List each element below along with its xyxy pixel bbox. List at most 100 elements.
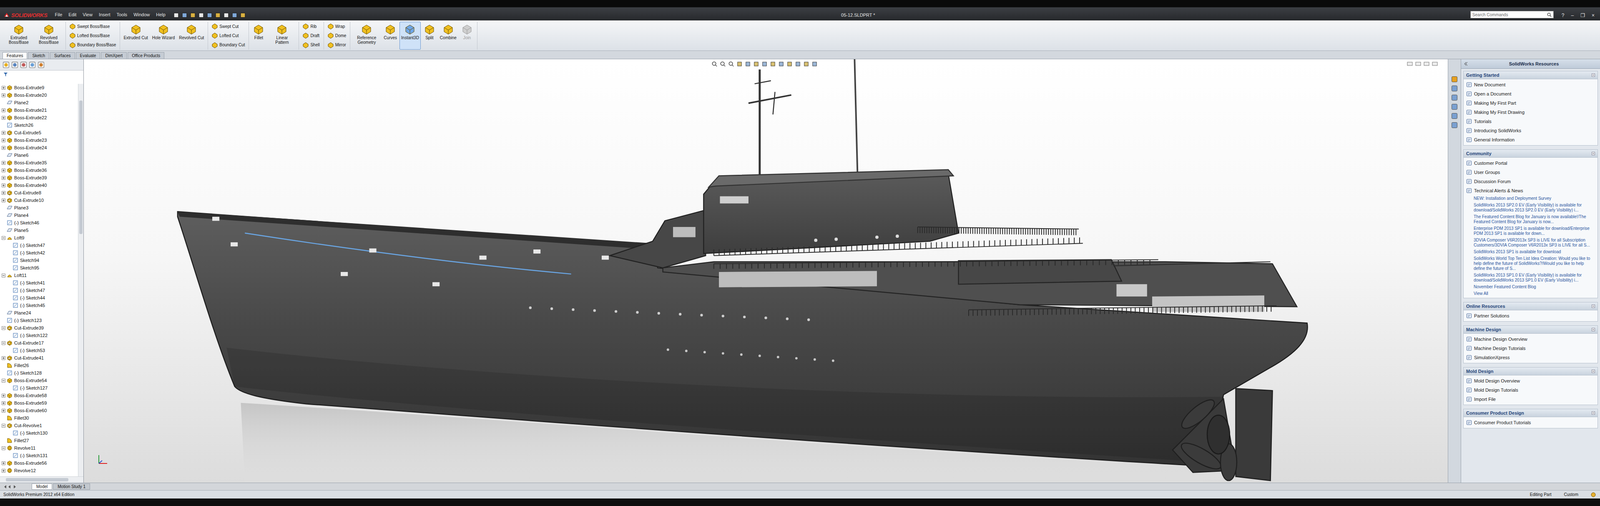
- menu-item[interactable]: File: [54, 11, 64, 18]
- resource-link[interactable]: New Document: [1463, 80, 1598, 90]
- resource-link[interactable]: SolidWorks 2013 SP1.0 EV (Early Visibili…: [1463, 271, 1598, 284]
- tree-item[interactable]: (-) Sketch41: [0, 278, 78, 287]
- menu-item[interactable]: Insert: [97, 11, 112, 18]
- tree-item[interactable]: Boss-Extrude59: [0, 399, 78, 407]
- quick-access-icon[interactable]: [206, 12, 213, 19]
- command-button[interactable]: Instant3D: [399, 21, 421, 50]
- search-commands[interactable]: Search Commands: [1470, 10, 1554, 19]
- expander-icon[interactable]: [1, 93, 6, 98]
- command-button[interactable]: Fillet: [250, 21, 267, 50]
- tree-item[interactable]: Cut-Extrude10: [0, 196, 78, 204]
- quick-access-icon[interactable]: [214, 12, 222, 19]
- command-button[interactable]: Draft: [300, 31, 322, 40]
- tree-item[interactable]: Boss-Extrude21: [0, 106, 78, 114]
- resource-link[interactable]: November Featured Content Blog: [1463, 283, 1598, 291]
- collapse-icon[interactable]: [1591, 327, 1595, 332]
- viewport-icon[interactable]: [1406, 61, 1413, 66]
- task-pane-tab-icon[interactable]: [1451, 103, 1458, 111]
- model-tab[interactable]: Model: [31, 483, 53, 490]
- manager-tab-icon[interactable]: [2, 61, 10, 69]
- command-button[interactable]: Lofted Boss/Base: [67, 31, 118, 40]
- tree-item[interactable]: Boss-Extrude22: [0, 113, 78, 122]
- menu-item[interactable]: View: [81, 11, 94, 18]
- tree-item[interactable]: (-) Sketch131: [0, 451, 78, 460]
- expander-icon[interactable]: [1, 341, 6, 345]
- resource-link[interactable]: SolidWorks World Top Ten List Idea Creat…: [1463, 255, 1598, 272]
- resource-link[interactable]: User Groups: [1463, 167, 1598, 177]
- expander-icon[interactable]: [1, 236, 6, 240]
- tree-item[interactable]: Plane24: [0, 308, 78, 317]
- tree-item[interactable]: Cut-Extrude5: [0, 128, 78, 137]
- quick-access-icon[interactable]: [173, 12, 180, 19]
- tree-item[interactable]: Boss-Extrude23: [0, 136, 78, 144]
- tree-item[interactable]: (-) Sketch128: [0, 369, 78, 377]
- task-pane-tab-icon[interactable]: [1451, 121, 1458, 129]
- tree-item[interactable]: Boss-Extrude35: [0, 158, 78, 167]
- tree-item[interactable]: Boss-Extrude20: [0, 91, 78, 99]
- horizontal-scrollbar[interactable]: [0, 476, 84, 483]
- command-button[interactable]: Revolved Cut: [177, 21, 206, 50]
- command-button[interactable]: Extruded Boss/Base: [4, 21, 34, 50]
- command-button[interactable]: Extruded Cut: [121, 21, 150, 50]
- quick-access-icon[interactable]: [181, 12, 188, 19]
- tree-item[interactable]: Fillet30: [0, 414, 78, 422]
- expander-icon[interactable]: [1, 175, 6, 180]
- expander-icon[interactable]: [1, 183, 6, 188]
- tab-scroll-icon[interactable]: [1, 484, 19, 490]
- resource-link[interactable]: 3DVIA Composer V6R2013x SP3 is LIVE for …: [1463, 236, 1598, 249]
- expander-icon[interactable]: [1, 378, 6, 383]
- command-button[interactable]: Curves: [381, 21, 399, 50]
- task-pane-tab-icon[interactable]: [1451, 75, 1458, 83]
- command-tab[interactable]: Features: [2, 52, 28, 59]
- collapse-icon[interactable]: [1463, 61, 1468, 66]
- resource-link[interactable]: Mold Design Tutorials: [1463, 385, 1598, 395]
- collapse-icon[interactable]: [1591, 151, 1595, 156]
- tree-item[interactable]: Cut-Revolve1: [0, 421, 78, 430]
- view-tool-icon[interactable]: [736, 60, 743, 68]
- command-button[interactable]: Lofted Cut: [209, 31, 247, 40]
- command-button[interactable]: Rib: [300, 22, 322, 31]
- scroll-thumb[interactable]: [79, 100, 83, 234]
- view-tool-icon[interactable]: [744, 60, 752, 68]
- view-tool-icon[interactable]: [786, 60, 793, 68]
- resource-link[interactable]: Machine Design Overview: [1463, 334, 1598, 344]
- command-button[interactable]: Mirror: [325, 40, 349, 50]
- tree-item[interactable]: Cut-Extrude8: [0, 188, 78, 197]
- window-control[interactable]: ×: [1590, 12, 1596, 19]
- expander-icon[interactable]: [1, 401, 6, 405]
- tree-item[interactable]: (-) Sketch123: [0, 316, 78, 325]
- quick-access-icon[interactable]: [231, 12, 238, 19]
- tree-item[interactable]: Cut-Extrude41: [0, 354, 78, 362]
- tree-item[interactable]: Plane6: [0, 151, 78, 159]
- resource-link[interactable]: Making My First Part: [1463, 98, 1598, 108]
- view-tool-icon[interactable]: [794, 60, 802, 68]
- tree-item[interactable]: (-) Sketch127: [0, 384, 78, 392]
- tree-item[interactable]: Plane3: [0, 203, 78, 212]
- help-icon[interactable]: [1590, 492, 1596, 498]
- tree-item[interactable]: (-) Sketch46: [0, 218, 78, 227]
- command-button[interactable]: Hole Wizard: [150, 21, 177, 50]
- tree-item[interactable]: (-) Sketch122: [0, 331, 78, 340]
- model-tab[interactable]: Motion Study 1: [52, 483, 91, 490]
- viewport-icon[interactable]: [1423, 61, 1430, 66]
- collapse-icon[interactable]: [1591, 304, 1595, 308]
- window-control[interactable]: ?: [1560, 12, 1566, 19]
- tree-item[interactable]: (-) Sketch130: [0, 429, 78, 437]
- expander-icon[interactable]: [1, 468, 6, 473]
- tree-item[interactable]: Loft11: [0, 271, 78, 279]
- tree-item[interactable]: Boss-Extrude54: [0, 376, 78, 385]
- tree-item[interactable]: Revolve12: [0, 466, 78, 475]
- expander-icon[interactable]: [1, 446, 6, 450]
- tree-item[interactable]: Sketch95: [0, 263, 78, 272]
- scroll-thumb[interactable]: [5, 477, 69, 482]
- command-button[interactable]: Shell: [300, 40, 322, 50]
- resource-link[interactable]: View All: [1463, 290, 1598, 297]
- tree-item[interactable]: (-) Sketch47: [0, 241, 78, 249]
- quick-access-icon[interactable]: [223, 12, 230, 19]
- tree-item[interactable]: Fillet27: [0, 436, 78, 445]
- task-pane-tab-icon[interactable]: [1451, 112, 1458, 120]
- view-tool-icon[interactable]: [778, 60, 785, 68]
- expander-icon[interactable]: [1, 356, 6, 360]
- tree-item[interactable]: Revolve11: [0, 444, 78, 452]
- expander-icon[interactable]: [1, 160, 6, 165]
